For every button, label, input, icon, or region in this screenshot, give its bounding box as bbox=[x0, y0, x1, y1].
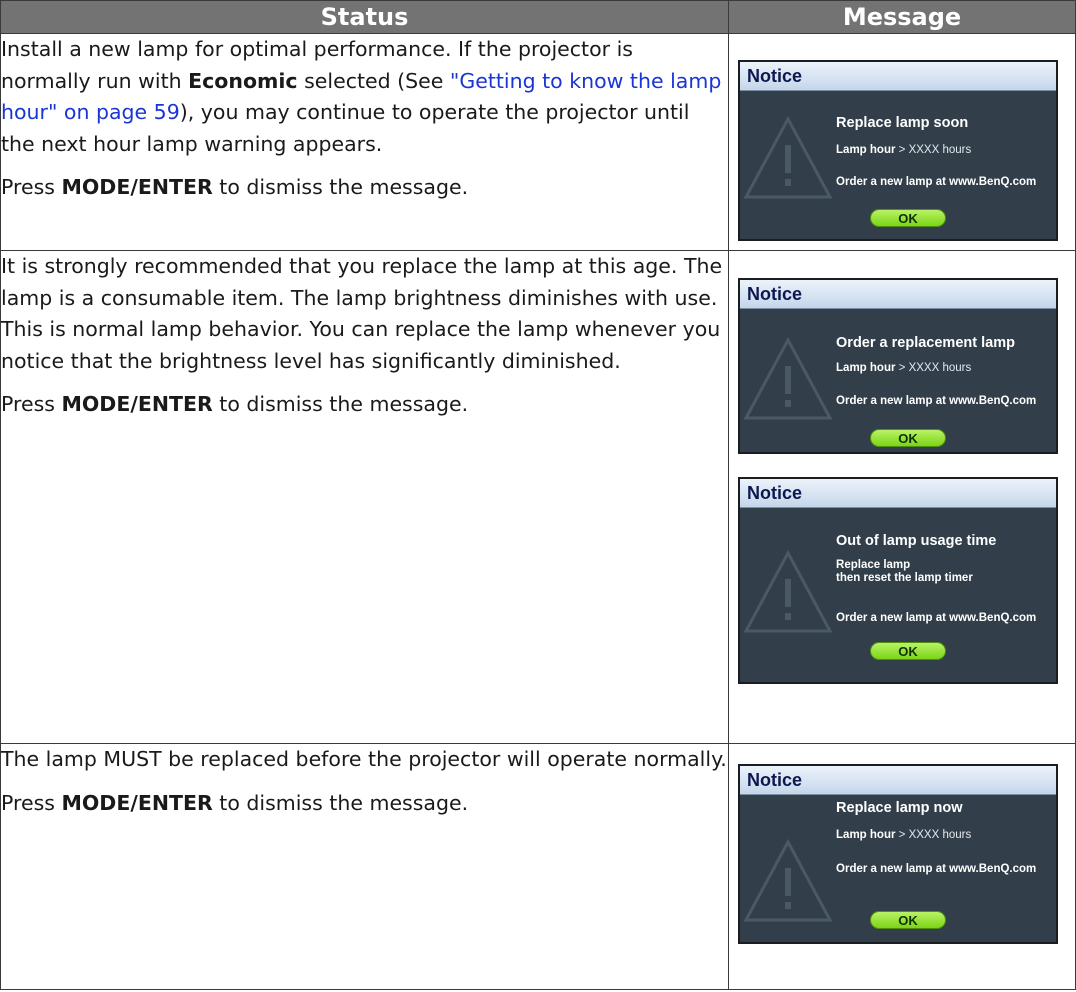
notice-dialog-order-replacement: Notice Order a replacement lamp Lamp hou… bbox=[738, 278, 1059, 454]
lamp-hour-line: Lamp hour > XXXX hours bbox=[836, 829, 972, 841]
order-lamp-text: Order a new lamp at www.BenQ.com bbox=[836, 863, 1037, 875]
dismiss-instruction: Press MODE/ENTER to dismiss the message. bbox=[1, 790, 469, 815]
lamp-message-table: Status Message Install a new lamp for op… bbox=[0, 0, 1076, 990]
lamp-hour-line: Lamp hour > XXXX hours bbox=[836, 144, 972, 156]
mode-enter-key: MODE/ENTER bbox=[61, 175, 213, 199]
ok-button[interactable]: OK bbox=[870, 429, 947, 447]
notice-dialog-out-of-lamp-time: Notice Out of lamp usage time Replace la… bbox=[738, 477, 1059, 684]
status-cell: The lamp MUST be replaced before the pro… bbox=[0, 743, 730, 990]
status-cell: It is strongly recommended that you repl… bbox=[0, 250, 730, 744]
notice-title: Order a replacement lamp bbox=[836, 335, 1015, 351]
notice-header: Notice bbox=[740, 280, 1057, 309]
table-row: It is strongly recommended that you repl… bbox=[0, 250, 1076, 744]
status-text: The lamp MUST be replaced before the pro… bbox=[1, 747, 727, 771]
mode-enter-key: MODE/ENTER bbox=[61, 790, 213, 815]
warning-triangle-icon bbox=[743, 549, 833, 633]
table-row: The lamp MUST be replaced before the pro… bbox=[0, 743, 1076, 990]
order-lamp-text: Order a new lamp at www.BenQ.com bbox=[836, 176, 1037, 188]
notice-dialog-replace-soon: Notice Replace lamp soon Lamp hour > XXX… bbox=[738, 60, 1059, 241]
ok-button[interactable]: OK bbox=[870, 642, 947, 660]
status-column-header: Status bbox=[0, 0, 730, 34]
message-cell: Notice Order a replacement lamp Lamp hou… bbox=[728, 250, 1076, 744]
ok-button[interactable]: OK bbox=[870, 209, 947, 227]
status-text: Install a new lamp for optimal performan… bbox=[1, 37, 722, 156]
order-lamp-text: Order a new lamp at www.BenQ.com bbox=[836, 612, 1037, 624]
notice-title: Replace lamp now bbox=[836, 800, 963, 816]
warning-triangle-icon bbox=[743, 336, 833, 420]
reset-timer-line: then reset the lamp timer bbox=[836, 572, 973, 584]
dismiss-instruction: Press MODE/ENTER to dismiss the message. bbox=[1, 175, 469, 199]
notice-header: Notice bbox=[740, 766, 1057, 795]
notice-title: Out of lamp usage time bbox=[836, 533, 997, 549]
notice-dialog-replace-now: Notice Replace lamp now Lamp hour > XXXX… bbox=[738, 764, 1059, 944]
table-row: Install a new lamp for optimal performan… bbox=[0, 33, 1076, 251]
message-column-header: Message bbox=[728, 0, 1076, 34]
message-cell: Notice Replace lamp soon Lamp hour > XXX… bbox=[728, 33, 1076, 251]
notice-header: Notice bbox=[740, 479, 1057, 508]
notice-header: Notice bbox=[740, 62, 1057, 91]
status-cell: Install a new lamp for optimal performan… bbox=[0, 33, 730, 251]
ok-button[interactable]: OK bbox=[870, 911, 947, 929]
economic-mode-term: Economic bbox=[188, 68, 298, 93]
warning-triangle-icon bbox=[743, 838, 833, 922]
warning-triangle-icon bbox=[743, 115, 833, 199]
replace-lamp-line: Replace lamp bbox=[836, 559, 911, 571]
table-header-row: Status Message bbox=[0, 0, 1076, 34]
status-text: It is strongly recommended that you repl… bbox=[1, 254, 723, 373]
order-lamp-text: Order a new lamp at www.BenQ.com bbox=[836, 395, 1037, 407]
lamp-hour-line: Lamp hour > XXXX hours bbox=[836, 362, 972, 374]
message-cell: Notice Replace lamp now Lamp hour > XXXX… bbox=[728, 743, 1076, 990]
mode-enter-key: MODE/ENTER bbox=[61, 392, 213, 416]
dismiss-instruction: Press MODE/ENTER to dismiss the message. bbox=[1, 392, 469, 416]
notice-title: Replace lamp soon bbox=[836, 115, 969, 131]
